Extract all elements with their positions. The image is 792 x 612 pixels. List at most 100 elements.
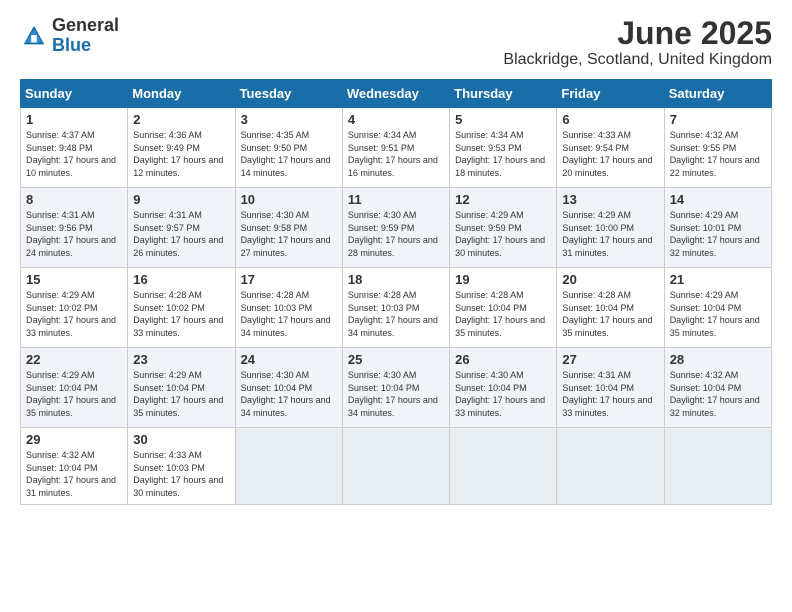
cell-info: Sunrise: 4:33 AMSunset: 9:54 PMDaylight:… bbox=[562, 129, 658, 179]
cell-info: Sunrise: 4:30 AMSunset: 10:04 PMDaylight… bbox=[348, 369, 444, 419]
table-row: 18 Sunrise: 4:28 AMSunset: 10:03 PMDayli… bbox=[342, 268, 449, 348]
cell-info: Sunrise: 4:34 AMSunset: 9:53 PMDaylight:… bbox=[455, 129, 551, 179]
col-friday: Friday bbox=[557, 80, 664, 108]
logo: General Blue bbox=[20, 16, 119, 56]
header: General Blue June 2025 Blackridge, Scotl… bbox=[20, 16, 772, 69]
col-monday: Monday bbox=[128, 80, 235, 108]
table-row bbox=[557, 428, 664, 504]
day-number: 18 bbox=[348, 272, 444, 287]
cell-info: Sunrise: 4:29 AMSunset: 10:01 PMDaylight… bbox=[670, 209, 766, 259]
cell-info: Sunrise: 4:37 AMSunset: 9:48 PMDaylight:… bbox=[26, 129, 122, 179]
day-number: 6 bbox=[562, 112, 658, 127]
day-number: 12 bbox=[455, 192, 551, 207]
cell-info: Sunrise: 4:32 AMSunset: 10:04 PMDaylight… bbox=[26, 449, 122, 499]
day-number: 15 bbox=[26, 272, 122, 287]
day-number: 11 bbox=[348, 192, 444, 207]
day-number: 21 bbox=[670, 272, 766, 287]
table-row: 6 Sunrise: 4:33 AMSunset: 9:54 PMDayligh… bbox=[557, 108, 664, 188]
cell-info: Sunrise: 4:29 AMSunset: 10:00 PMDaylight… bbox=[562, 209, 658, 259]
day-number: 26 bbox=[455, 352, 551, 367]
cell-info: Sunrise: 4:30 AMSunset: 9:58 PMDaylight:… bbox=[241, 209, 337, 259]
calendar-row: 8 Sunrise: 4:31 AMSunset: 9:56 PMDayligh… bbox=[21, 188, 772, 268]
cell-info: Sunrise: 4:28 AMSunset: 10:04 PMDaylight… bbox=[562, 289, 658, 339]
day-number: 8 bbox=[26, 192, 122, 207]
day-number: 28 bbox=[670, 352, 766, 367]
cell-info: Sunrise: 4:34 AMSunset: 9:51 PMDaylight:… bbox=[348, 129, 444, 179]
table-row: 23 Sunrise: 4:29 AMSunset: 10:04 PMDayli… bbox=[128, 348, 235, 428]
month-title: June 2025 bbox=[503, 16, 772, 51]
table-row: 2 Sunrise: 4:36 AMSunset: 9:49 PMDayligh… bbox=[128, 108, 235, 188]
calendar-table: Sunday Monday Tuesday Wednesday Thursday… bbox=[20, 79, 772, 504]
table-row: 4 Sunrise: 4:34 AMSunset: 9:51 PMDayligh… bbox=[342, 108, 449, 188]
day-number: 17 bbox=[241, 272, 337, 287]
col-tuesday: Tuesday bbox=[235, 80, 342, 108]
cell-info: Sunrise: 4:30 AMSunset: 10:04 PMDaylight… bbox=[455, 369, 551, 419]
table-row: 25 Sunrise: 4:30 AMSunset: 10:04 PMDayli… bbox=[342, 348, 449, 428]
logo-general-text: General bbox=[52, 15, 119, 35]
day-number: 3 bbox=[241, 112, 337, 127]
cell-info: Sunrise: 4:28 AMSunset: 10:03 PMDaylight… bbox=[348, 289, 444, 339]
col-wednesday: Wednesday bbox=[342, 80, 449, 108]
title-block: June 2025 Blackridge, Scotland, United K… bbox=[503, 16, 772, 69]
calendar-header-row: Sunday Monday Tuesday Wednesday Thursday… bbox=[21, 80, 772, 108]
calendar-row: 15 Sunrise: 4:29 AMSunset: 10:02 PMDayli… bbox=[21, 268, 772, 348]
page: General Blue June 2025 Blackridge, Scotl… bbox=[0, 0, 792, 612]
cell-info: Sunrise: 4:29 AMSunset: 10:04 PMDaylight… bbox=[670, 289, 766, 339]
cell-info: Sunrise: 4:29 AMSunset: 10:04 PMDaylight… bbox=[26, 369, 122, 419]
table-row: 28 Sunrise: 4:32 AMSunset: 10:04 PMDayli… bbox=[664, 348, 771, 428]
table-row: 20 Sunrise: 4:28 AMSunset: 10:04 PMDayli… bbox=[557, 268, 664, 348]
logo-text: General Blue bbox=[52, 16, 119, 56]
cell-info: Sunrise: 4:28 AMSunset: 10:02 PMDaylight… bbox=[133, 289, 229, 339]
table-row: 3 Sunrise: 4:35 AMSunset: 9:50 PMDayligh… bbox=[235, 108, 342, 188]
table-row: 5 Sunrise: 4:34 AMSunset: 9:53 PMDayligh… bbox=[450, 108, 557, 188]
cell-info: Sunrise: 4:32 AMSunset: 10:04 PMDaylight… bbox=[670, 369, 766, 419]
col-saturday: Saturday bbox=[664, 80, 771, 108]
table-row: 21 Sunrise: 4:29 AMSunset: 10:04 PMDayli… bbox=[664, 268, 771, 348]
location-title: Blackridge, Scotland, United Kingdom bbox=[503, 51, 772, 69]
table-row: 13 Sunrise: 4:29 AMSunset: 10:00 PMDayli… bbox=[557, 188, 664, 268]
cell-info: Sunrise: 4:30 AMSunset: 10:04 PMDaylight… bbox=[241, 369, 337, 419]
cell-info: Sunrise: 4:31 AMSunset: 9:57 PMDaylight:… bbox=[133, 209, 229, 259]
day-number: 9 bbox=[133, 192, 229, 207]
day-number: 10 bbox=[241, 192, 337, 207]
cell-info: Sunrise: 4:28 AMSunset: 10:03 PMDaylight… bbox=[241, 289, 337, 339]
table-row: 16 Sunrise: 4:28 AMSunset: 10:02 PMDayli… bbox=[128, 268, 235, 348]
table-row bbox=[342, 428, 449, 504]
table-row: 11 Sunrise: 4:30 AMSunset: 9:59 PMDaylig… bbox=[342, 188, 449, 268]
table-row bbox=[664, 428, 771, 504]
table-row: 22 Sunrise: 4:29 AMSunset: 10:04 PMDayli… bbox=[21, 348, 128, 428]
col-thursday: Thursday bbox=[450, 80, 557, 108]
day-number: 4 bbox=[348, 112, 444, 127]
cell-info: Sunrise: 4:30 AMSunset: 9:59 PMDaylight:… bbox=[348, 209, 444, 259]
table-row: 24 Sunrise: 4:30 AMSunset: 10:04 PMDayli… bbox=[235, 348, 342, 428]
day-number: 27 bbox=[562, 352, 658, 367]
table-row: 17 Sunrise: 4:28 AMSunset: 10:03 PMDayli… bbox=[235, 268, 342, 348]
day-number: 2 bbox=[133, 112, 229, 127]
table-row: 12 Sunrise: 4:29 AMSunset: 9:59 PMDaylig… bbox=[450, 188, 557, 268]
day-number: 1 bbox=[26, 112, 122, 127]
day-number: 23 bbox=[133, 352, 229, 367]
cell-info: Sunrise: 4:31 AMSunset: 9:56 PMDaylight:… bbox=[26, 209, 122, 259]
calendar-row: 1 Sunrise: 4:37 AMSunset: 9:48 PMDayligh… bbox=[21, 108, 772, 188]
cell-info: Sunrise: 4:28 AMSunset: 10:04 PMDaylight… bbox=[455, 289, 551, 339]
table-row: 29 Sunrise: 4:32 AMSunset: 10:04 PMDayli… bbox=[21, 428, 128, 504]
day-number: 19 bbox=[455, 272, 551, 287]
day-number: 24 bbox=[241, 352, 337, 367]
day-number: 5 bbox=[455, 112, 551, 127]
logo-icon bbox=[20, 22, 48, 50]
table-row: 27 Sunrise: 4:31 AMSunset: 10:04 PMDayli… bbox=[557, 348, 664, 428]
day-number: 30 bbox=[133, 432, 229, 447]
cell-info: Sunrise: 4:29 AMSunset: 10:02 PMDaylight… bbox=[26, 289, 122, 339]
calendar-row: 22 Sunrise: 4:29 AMSunset: 10:04 PMDayli… bbox=[21, 348, 772, 428]
cell-info: Sunrise: 4:36 AMSunset: 9:49 PMDaylight:… bbox=[133, 129, 229, 179]
cell-info: Sunrise: 4:29 AMSunset: 10:04 PMDaylight… bbox=[133, 369, 229, 419]
table-row: 10 Sunrise: 4:30 AMSunset: 9:58 PMDaylig… bbox=[235, 188, 342, 268]
day-number: 16 bbox=[133, 272, 229, 287]
table-row bbox=[450, 428, 557, 504]
table-row: 15 Sunrise: 4:29 AMSunset: 10:02 PMDayli… bbox=[21, 268, 128, 348]
cell-info: Sunrise: 4:29 AMSunset: 9:59 PMDaylight:… bbox=[455, 209, 551, 259]
table-row: 19 Sunrise: 4:28 AMSunset: 10:04 PMDayli… bbox=[450, 268, 557, 348]
day-number: 7 bbox=[670, 112, 766, 127]
day-number: 25 bbox=[348, 352, 444, 367]
table-row: 30 Sunrise: 4:33 AMSunset: 10:03 PMDayli… bbox=[128, 428, 235, 504]
